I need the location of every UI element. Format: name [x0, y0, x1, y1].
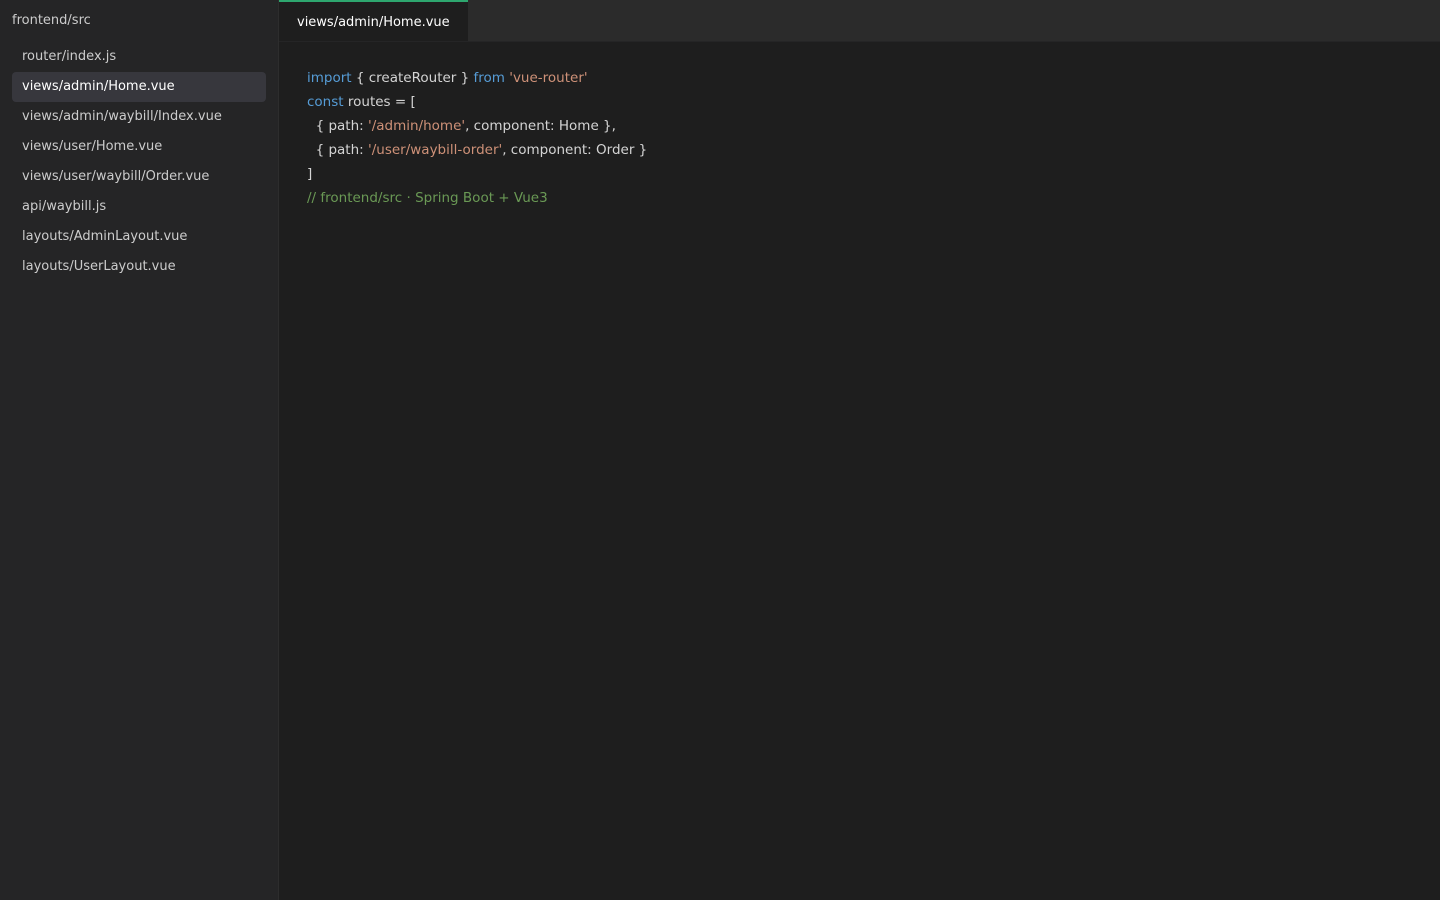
code-text: { path: [307, 118, 368, 134]
code-line-2: const routes = [ [307, 90, 1412, 114]
file-item-user-layout[interactable]: layouts/UserLayout.vue [12, 252, 266, 282]
file-item-user-home[interactable]: views/user/Home.vue [12, 132, 266, 162]
code-keyword: const [307, 94, 344, 110]
code-text: { createRouter } [351, 70, 474, 86]
code-string: '/user/waybill-order' [368, 142, 503, 158]
tab-bar: views/admin/Home.vue [279, 0, 1440, 42]
editor-area: views/admin/Home.vue import { createRout… [279, 0, 1440, 900]
file-explorer-sidebar: frontend/src router/index.js views/admin… [0, 0, 279, 900]
code-keyword: from [473, 70, 505, 86]
file-item-admin-layout[interactable]: layouts/AdminLayout.vue [12, 222, 266, 252]
code-line-3: { path: '/admin/home', component: Home }… [307, 114, 1412, 138]
code-line-1: import { createRouter } from 'vue-router… [307, 66, 1412, 90]
code-line-4: { path: '/user/waybill-order', component… [307, 138, 1412, 162]
code-comment: // frontend/src · Spring Boot + Vue3 [307, 190, 548, 206]
code-text: ] [307, 166, 313, 182]
code-text: , component: Order } [502, 142, 648, 158]
app-window: frontend/src router/index.js views/admin… [0, 0, 1440, 900]
explorer-root-folder: frontend/src [12, 13, 91, 28]
code-line-5: ] [307, 162, 1412, 186]
code-line-6: // frontend/src · Spring Boot + Vue3 [307, 186, 1412, 210]
file-list: router/index.js views/admin/Home.vue vie… [12, 42, 266, 282]
file-item-admin-waybill-index[interactable]: views/admin/waybill/Index.vue [12, 102, 266, 132]
file-item-admin-home[interactable]: views/admin/Home.vue [12, 72, 266, 102]
code-keyword: import [307, 70, 352, 86]
file-item-user-waybill-order[interactable]: views/user/waybill/Order.vue [12, 162, 266, 192]
code-text: routes = [ [343, 94, 416, 110]
code-text: { path: [307, 142, 368, 158]
file-item-router-index[interactable]: router/index.js [12, 42, 266, 72]
code-text: , component: Home }, [465, 118, 616, 134]
code-string: '/admin/home' [368, 118, 466, 134]
tab-admin-home[interactable]: views/admin/Home.vue [279, 0, 468, 41]
code-string: 'vue-router' [509, 70, 588, 86]
code-editor[interactable]: import { createRouter } from 'vue-router… [279, 42, 1440, 900]
file-item-api-waybill[interactable]: api/waybill.js [12, 192, 266, 222]
